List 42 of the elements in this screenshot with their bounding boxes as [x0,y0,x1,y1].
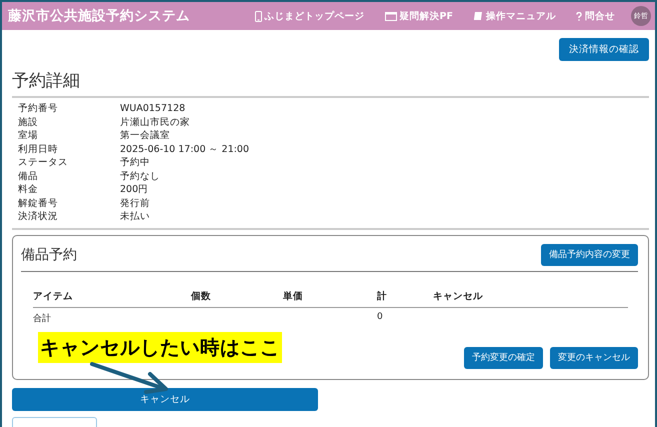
column-header: 個数 [191,290,212,302]
column-header: キャンセル [433,290,484,302]
table-cell-text: 合計 [33,312,52,324]
detail-value: WUA0157128 [120,102,186,116]
change-equipment-button[interactable]: 備品予約内容の変更 [541,244,638,266]
question-icon [576,12,582,20]
confirm-change-button[interactable]: 予約変更の確定 [464,346,543,368]
phone-icon [254,10,262,22]
annotation-label: キャンセルしたい時はここ [38,332,282,363]
column-header: アイテム [33,290,74,302]
nav-link[interactable]: ふじまどトップページ [254,10,365,22]
detail-label: 備品 [18,170,39,183]
window-icon [384,12,397,20]
book-icon [473,11,483,21]
detail-value: 片瀬山市民の家 [120,116,191,129]
detail-label: ステータス [18,156,69,170]
cancel-button[interactable]: キャンセル [12,388,318,410]
detail-value: 予約中 [120,156,151,170]
detail-value: 未払い [120,210,151,224]
section-title: 予約詳細 [12,69,649,98]
detail-label: 解錠番号 [18,196,59,210]
cancel-change-button[interactable]: 変更のキャンセル [550,346,638,368]
table-cell-text: 0 [377,312,384,324]
nav-link[interactable]: 問合せ [576,10,615,22]
detail-label: 施設 [18,116,39,129]
card-title: 備品予約 [21,246,77,264]
nav-link[interactable]: 操作マニュアル [473,10,556,22]
detail-label: 室場 [18,129,39,142]
column-header: 単価 [283,290,304,302]
detail-value: 2025-06-10 17:00 ～ 21:00 [120,142,250,156]
detail-value: 200円 [120,183,150,196]
detail-label: 利用日時 [18,142,59,156]
detail-value: 第一会議室 [120,129,171,142]
detail-value: 発行前 [120,196,151,210]
detail-label: 料金 [18,183,39,196]
detail-value: 予約なし [120,170,161,183]
app-title: 藤沢市公共施設予約システム [8,7,191,25]
payment-info-button[interactable]: 決済情報の確認 [559,38,649,61]
detail-label: 予約番号 [18,102,59,116]
detail-label: 決済状況 [18,210,59,224]
nav-link[interactable]: 疑問解決PF [384,10,453,22]
column-header: 計 [377,290,388,302]
